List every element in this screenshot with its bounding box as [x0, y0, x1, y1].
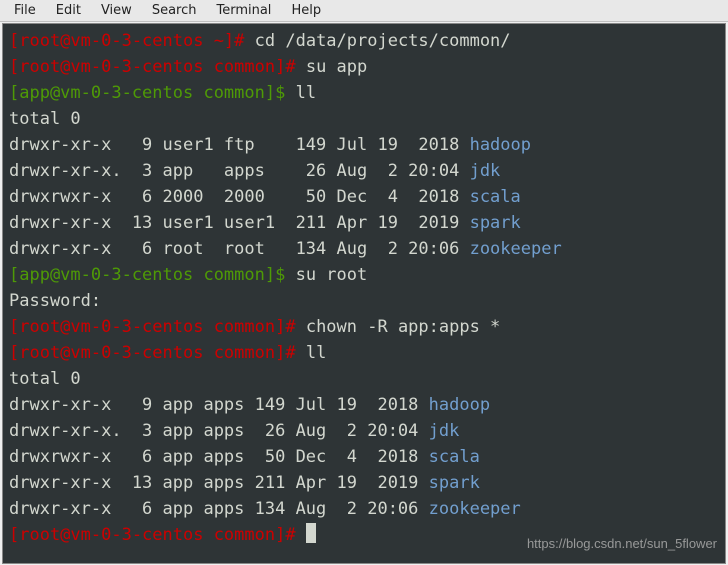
menu-terminal[interactable]: Terminal [206, 1, 281, 20]
menu-edit[interactable]: Edit [46, 1, 91, 20]
terminal-line: drwxr-xr-x 9 app apps 149 Jul 19 2018 ha… [9, 392, 719, 418]
terminal-line: [root@vm-0-3-centos ~]# cd /data/project… [9, 28, 719, 54]
terminal-line: drwxrwxr-x 6 app apps 50 Dec 4 2018 scal… [9, 444, 719, 470]
terminal-line: drwxrwxr-x 6 2000 2000 50 Dec 4 2018 sca… [9, 184, 719, 210]
terminal-cursor [306, 523, 316, 543]
terminal-line: drwxr-xr-x 13 app apps 211 Apr 19 2019 s… [9, 470, 719, 496]
terminal-area[interactable]: [root@vm-0-3-centos ~]# cd /data/project… [2, 23, 726, 564]
menu-file[interactable]: File [4, 1, 46, 20]
terminal-line: drwxr-xr-x 6 app apps 134 Aug 2 20:06 zo… [9, 496, 719, 522]
terminal-line: total 0 [9, 366, 719, 392]
terminal-line: [root@vm-0-3-centos common]# ll [9, 340, 719, 366]
menu-help[interactable]: Help [281, 1, 331, 20]
terminal-line: drwxr-xr-x 9 user1 ftp 149 Jul 19 2018 h… [9, 132, 719, 158]
terminal-line: [app@vm-0-3-centos common]$ ll [9, 80, 719, 106]
terminal-line: Password: [9, 288, 719, 314]
menu-view[interactable]: View [91, 1, 142, 20]
terminal-line: total 0 [9, 106, 719, 132]
watermark: https://blog.csdn.net/sun_5flower [527, 531, 717, 557]
terminal-line: drwxr-xr-x 13 user1 user1 211 Apr 19 201… [9, 210, 719, 236]
menubar: File Edit View Search Terminal Help [0, 0, 728, 22]
terminal-line: [root@vm-0-3-centos common]# su app [9, 54, 719, 80]
menu-search[interactable]: Search [142, 1, 207, 20]
terminal-line: [root@vm-0-3-centos common]# chown -R ap… [9, 314, 719, 340]
terminal-line: drwxr-xr-x 6 root root 134 Aug 2 20:06 z… [9, 236, 719, 262]
terminal-line: [app@vm-0-3-centos common]$ su root [9, 262, 719, 288]
terminal-line: drwxr-xr-x. 3 app apps 26 Aug 2 20:04 jd… [9, 158, 719, 184]
terminal-line: drwxr-xr-x. 3 app apps 26 Aug 2 20:04 jd… [9, 418, 719, 444]
